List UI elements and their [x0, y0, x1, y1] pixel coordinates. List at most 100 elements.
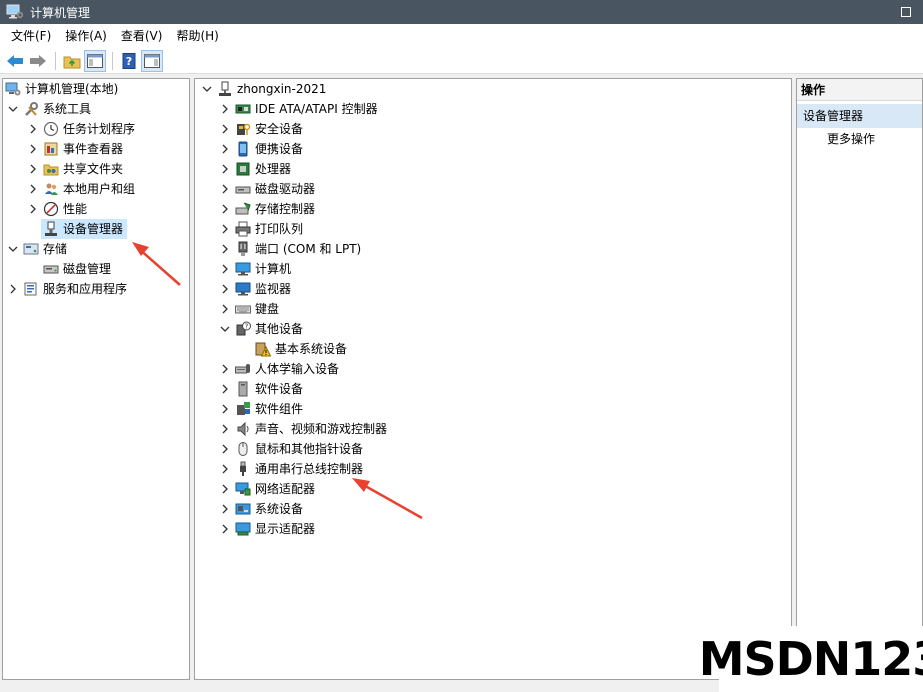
storage-controller-icon: [235, 201, 251, 217]
tree-item-task-scheduler[interactable]: 任务计划程序: [27, 119, 135, 139]
device-category-monitors[interactable]: 监视器: [219, 279, 291, 299]
menu-help[interactable]: 帮助(H): [169, 24, 225, 48]
actions-header: 操作: [797, 79, 922, 101]
back-button[interactable]: [4, 50, 26, 72]
chevron-right-icon[interactable]: [27, 119, 39, 139]
chevron-right-icon[interactable]: [219, 99, 231, 119]
performance-icon: [43, 201, 59, 217]
chevron-right-icon[interactable]: [219, 479, 231, 499]
chevron-right-icon[interactable]: [27, 139, 39, 159]
display-adapter-icon: [235, 521, 251, 537]
chevron-down-icon[interactable]: [201, 79, 213, 99]
chevron-down-icon[interactable]: [7, 239, 19, 259]
console-tree-pane: 计算机管理(本地) 系统工具 任务计划程序 事件查看器 共享文件夹 本地用户和组…: [2, 78, 190, 680]
chevron-right-icon[interactable]: [219, 219, 231, 239]
more-actions-link[interactable]: 更多操作: [827, 129, 875, 149]
device-category-network-adapters[interactable]: 网络适配器: [219, 479, 315, 499]
chevron-right-icon[interactable]: [219, 359, 231, 379]
users-icon: [43, 181, 59, 197]
tree-item-system-tools[interactable]: 系统工具: [7, 99, 91, 119]
tree-item-performance[interactable]: 性能: [27, 199, 87, 219]
up-one-level-button[interactable]: [61, 50, 83, 72]
computer-management-icon: [6, 4, 24, 20]
chevron-right-icon[interactable]: [219, 259, 231, 279]
device-category-mice[interactable]: 鼠标和其他指针设备: [219, 439, 363, 459]
device-category-computer[interactable]: 计算机: [219, 259, 291, 279]
device-category-disk-drives[interactable]: 磁盘驱动器: [219, 179, 315, 199]
chevron-right-icon[interactable]: [219, 419, 231, 439]
chevron-right-icon[interactable]: [27, 179, 39, 199]
chevron-right-icon[interactable]: [219, 179, 231, 199]
tree-item-storage[interactable]: 存储: [7, 239, 67, 259]
chevron-right-icon[interactable]: [219, 439, 231, 459]
tree-item-disk-management[interactable]: 磁盘管理: [43, 259, 111, 279]
system-device-icon: [235, 501, 251, 517]
device-category-other-devices[interactable]: ? 其他设备: [219, 319, 303, 339]
device-category-sound-video-game[interactable]: 声音、视频和游戏控制器: [219, 419, 387, 439]
device-category-portable-devices[interactable]: 便携设备: [219, 139, 303, 159]
chevron-right-icon[interactable]: [219, 159, 231, 179]
monitor-icon: [235, 281, 251, 297]
console-tree-icon: [87, 53, 103, 68]
help-button[interactable]: ?: [118, 50, 140, 72]
tree-label: 设备管理器: [63, 222, 124, 236]
device-category-usb-controllers[interactable]: 通用串行总线控制器: [219, 459, 363, 479]
chevron-right-icon[interactable]: [27, 159, 39, 179]
device-category-ports[interactable]: 端口 (COM 和 LPT): [219, 239, 361, 259]
tree-label: 软件组件: [255, 402, 304, 416]
forward-button[interactable]: [27, 50, 49, 72]
storage-icon: [23, 241, 39, 257]
device-base-system-device[interactable]: 基本系统设备: [255, 339, 347, 359]
device-category-human-interface-devices[interactable]: 人体学输入设备: [219, 359, 339, 379]
device-category-storage-controllers[interactable]: 存储控制器: [219, 199, 315, 219]
chevron-right-icon[interactable]: [219, 459, 231, 479]
clock-icon: [43, 121, 59, 137]
device-category-software-devices[interactable]: 软件设备: [219, 379, 303, 399]
tree-item-services-applications[interactable]: 服务和应用程序: [7, 279, 127, 299]
menu-action[interactable]: 操作(A): [58, 24, 114, 48]
device-category-display-adapters[interactable]: 显示适配器: [219, 519, 315, 539]
tree-item-local-users-groups[interactable]: 本地用户和组: [27, 179, 135, 199]
chevron-right-icon[interactable]: [27, 199, 39, 219]
svg-text:?: ?: [245, 323, 249, 331]
menu-view[interactable]: 查看(V): [114, 24, 170, 48]
menu-file[interactable]: 文件(F): [4, 24, 58, 48]
chevron-right-icon[interactable]: [219, 279, 231, 299]
show-hide-console-tree-button[interactable]: [84, 49, 106, 72]
chevron-down-icon[interactable]: [219, 319, 231, 339]
chevron-right-icon[interactable]: [219, 299, 231, 319]
chevron-right-icon[interactable]: [219, 379, 231, 399]
tree-label: 磁盘驱动器: [255, 182, 316, 196]
tree-label: 软件设备: [255, 382, 304, 396]
device-category-processors[interactable]: 处理器: [219, 159, 291, 179]
chevron-right-icon[interactable]: [219, 239, 231, 259]
tree-item-computer-management-local[interactable]: 计算机管理(本地): [5, 79, 118, 99]
chevron-right-icon[interactable]: [219, 399, 231, 419]
chevron-right-icon[interactable]: [7, 279, 19, 299]
chevron-right-icon[interactable]: [219, 519, 231, 539]
device-tree-root[interactable]: zhongxin-2021: [201, 79, 326, 99]
tree-item-device-manager[interactable]: 设备管理器: [41, 219, 128, 239]
device-tree-pane: zhongxin-2021 IDE ATA/ATAPI 控制器 安全设备 便携设…: [194, 78, 792, 680]
forward-arrow-icon: [30, 54, 46, 67]
chevron-right-icon[interactable]: [219, 119, 231, 139]
chevron-right-icon[interactable]: [219, 499, 231, 519]
device-category-print-queues[interactable]: 打印队列: [219, 219, 303, 239]
actions-section-device-manager[interactable]: 设备管理器: [797, 104, 922, 128]
tree-label: 声音、视频和游戏控制器: [255, 422, 388, 436]
device-category-software-components[interactable]: 软件组件: [219, 399, 303, 419]
chevron-right-icon[interactable]: [219, 199, 231, 219]
chevron-down-icon[interactable]: [7, 99, 19, 119]
maximize-button[interactable]: [889, 0, 923, 24]
chevron-right-icon[interactable]: [219, 139, 231, 159]
tree-item-event-viewer[interactable]: 事件查看器: [27, 139, 123, 159]
show-hide-action-pane-button[interactable]: [141, 49, 163, 72]
software-component-icon: [235, 401, 251, 417]
tree-label: 计算机: [255, 262, 292, 276]
tree-item-shared-folders[interactable]: 共享文件夹: [27, 159, 123, 179]
device-category-security-devices[interactable]: 安全设备: [219, 119, 303, 139]
device-category-system-devices[interactable]: 系统设备: [219, 499, 303, 519]
device-category-ide-ata-atapi[interactable]: IDE ATA/ATAPI 控制器: [219, 99, 378, 119]
disk-drive-icon: [235, 181, 251, 197]
device-category-keyboards[interactable]: 键盘: [219, 299, 279, 319]
